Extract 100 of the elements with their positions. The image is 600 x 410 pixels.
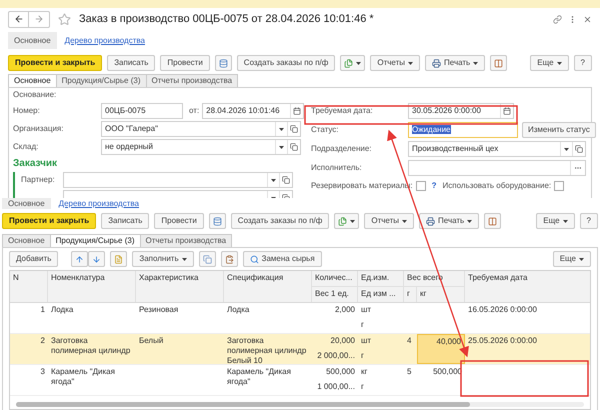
post-button[interactable]: Провести bbox=[160, 55, 210, 71]
add-button[interactable]: Добавить bbox=[9, 251, 58, 267]
input-field[interactable]: 30.05.2026 0:00:00 bbox=[408, 103, 514, 119]
move-down-button[interactable] bbox=[88, 251, 106, 267]
tab[interactable]: Отчеты производства bbox=[140, 234, 232, 248]
post-button[interactable]: Провести bbox=[154, 213, 204, 229]
field-label: Подразделение: bbox=[311, 143, 373, 155]
horizontal-scrollbar[interactable] bbox=[16, 402, 584, 407]
section-link[interactable]: Дерево производства bbox=[58, 198, 139, 210]
calendar-icon bbox=[503, 107, 511, 115]
database-button[interactable] bbox=[214, 55, 232, 71]
documents-button[interactable] bbox=[334, 213, 360, 229]
post-and-close-button[interactable]: Провести и закрыть bbox=[2, 213, 96, 229]
field-label: Статус: bbox=[311, 124, 340, 136]
arrow-down-icon bbox=[92, 254, 102, 264]
paste-icon bbox=[224, 254, 234, 264]
document-button[interactable] bbox=[110, 251, 128, 267]
table-cell-text: 2 000,00... bbox=[316, 350, 356, 362]
table-cell-text: г bbox=[360, 319, 365, 331]
table-cell-text: кг bbox=[360, 366, 368, 378]
calendar-icon bbox=[293, 107, 302, 115]
copy-icon bbox=[202, 254, 212, 264]
table-header: Количес... bbox=[312, 271, 358, 286]
save-button[interactable]: Записать bbox=[107, 55, 156, 71]
more-button[interactable]: Еще bbox=[530, 55, 569, 71]
help-button[interactable]: ? bbox=[574, 55, 592, 71]
input-field[interactable]: Производственный цех bbox=[408, 141, 586, 157]
fill-button[interactable]: Заполнить bbox=[132, 251, 194, 267]
print-button[interactable]: Печать bbox=[419, 213, 480, 229]
dropdown-caret-icon bbox=[271, 178, 276, 182]
table-cell-text: Карамель "Дикая ягода" bbox=[50, 366, 116, 388]
dropdown-caret-icon bbox=[279, 128, 284, 130]
dropdown-caret-icon bbox=[562, 220, 568, 222]
close-icon[interactable] bbox=[583, 14, 592, 24]
tab[interactable]: Основное bbox=[2, 234, 51, 248]
move-up-button[interactable] bbox=[71, 251, 88, 267]
tab[interactable]: Основное bbox=[8, 74, 57, 88]
create-orders-button[interactable]: Создать заказы по п/ф bbox=[236, 55, 336, 71]
table-cell-text: 500,000 bbox=[325, 366, 356, 378]
input-field[interactable]: Ожидание bbox=[408, 122, 518, 138]
help-button[interactable]: ? bbox=[580, 213, 598, 229]
checkbox[interactable] bbox=[554, 181, 564, 191]
input-field[interactable] bbox=[63, 172, 293, 188]
copy-button[interactable] bbox=[198, 251, 216, 267]
link-icon[interactable] bbox=[553, 14, 562, 24]
save-button[interactable]: Записать bbox=[101, 213, 150, 229]
help-link[interactable]: ? bbox=[432, 180, 437, 192]
table-header: N bbox=[10, 271, 48, 302]
tab[interactable]: Продукция/Сырье (3) bbox=[56, 74, 146, 88]
print-button[interactable]: Печать bbox=[425, 55, 486, 71]
dropdown-caret-icon bbox=[564, 148, 569, 150]
input-field[interactable]: ООО "Галера" bbox=[101, 121, 301, 137]
post-and-close-button[interactable]: Провести и закрыть bbox=[8, 55, 102, 71]
columns-icon bbox=[494, 58, 504, 68]
table-cell-text: Карамель "Дикая ягода" bbox=[226, 366, 292, 388]
more-button[interactable]: Еще bbox=[536, 213, 575, 229]
field-label: Организация: bbox=[13, 123, 64, 135]
section-link[interactable]: Дерево производства bbox=[64, 34, 145, 46]
section-tab[interactable]: Основное bbox=[8, 32, 57, 49]
table-cell-text: Заготовка полимерная цилиндр bbox=[50, 335, 132, 357]
table-cell-text: 2,000 bbox=[334, 304, 356, 316]
columns-icon bbox=[488, 216, 498, 226]
database-icon bbox=[212, 216, 222, 226]
dropdown-caret-icon bbox=[473, 62, 478, 64]
paste-button[interactable] bbox=[220, 251, 238, 267]
change-status-button[interactable]: Изменить статус bbox=[522, 122, 596, 138]
table-cell-text: 2 bbox=[40, 335, 46, 347]
table-cell-text: Лодка bbox=[226, 304, 250, 316]
documents-button[interactable] bbox=[340, 55, 366, 71]
section-tab[interactable]: Основное bbox=[2, 198, 51, 209]
table-header: Номенклатура bbox=[48, 271, 136, 302]
columns-button[interactable] bbox=[484, 213, 502, 229]
create-orders-button[interactable]: Создать заказы по п/ф bbox=[230, 213, 330, 229]
back-icon bbox=[14, 14, 24, 24]
table-header: Вес 1 ед. bbox=[312, 286, 358, 302]
tab[interactable]: Продукция/Сырье (3) bbox=[50, 234, 140, 248]
tab[interactable]: Отчеты производства bbox=[146, 74, 238, 88]
columns-button[interactable] bbox=[490, 55, 508, 71]
input-field[interactable]: 00ЦБ-0075 bbox=[101, 103, 183, 119]
replace-button[interactable]: Замена сырья bbox=[242, 251, 322, 267]
table-cell-text: 20,000 bbox=[330, 335, 356, 347]
table-cell-text: 25.05.2026 0:00:00 bbox=[467, 335, 538, 347]
table-header: Требуемая дата bbox=[467, 272, 528, 284]
window-title: Заказ в производство 00ЦБ-0075 от 28.04.2026 10:01:46 * bbox=[79, 12, 374, 27]
reports-button[interactable]: Отчеты bbox=[364, 213, 414, 229]
reports-button[interactable]: Отчеты bbox=[370, 55, 420, 71]
document-icon bbox=[114, 254, 124, 264]
table-cell-text: г bbox=[360, 381, 365, 393]
database-button[interactable] bbox=[208, 213, 226, 229]
open-icon bbox=[290, 125, 298, 133]
field-label: Использовать оборудование: bbox=[442, 180, 552, 192]
dropdown-caret-icon bbox=[356, 62, 362, 64]
more-button[interactable]: Еще bbox=[552, 251, 591, 267]
table-cell-text: шт bbox=[360, 304, 372, 316]
checkbox[interactable] bbox=[416, 181, 426, 191]
input-field[interactable]: не ордерный bbox=[101, 139, 301, 155]
input-field[interactable]: 28.04.2026 10:01:46 bbox=[202, 103, 304, 119]
input-field[interactable] bbox=[408, 160, 586, 176]
star-icon[interactable] bbox=[58, 12, 71, 26]
field-label: Партнер: bbox=[21, 174, 56, 186]
